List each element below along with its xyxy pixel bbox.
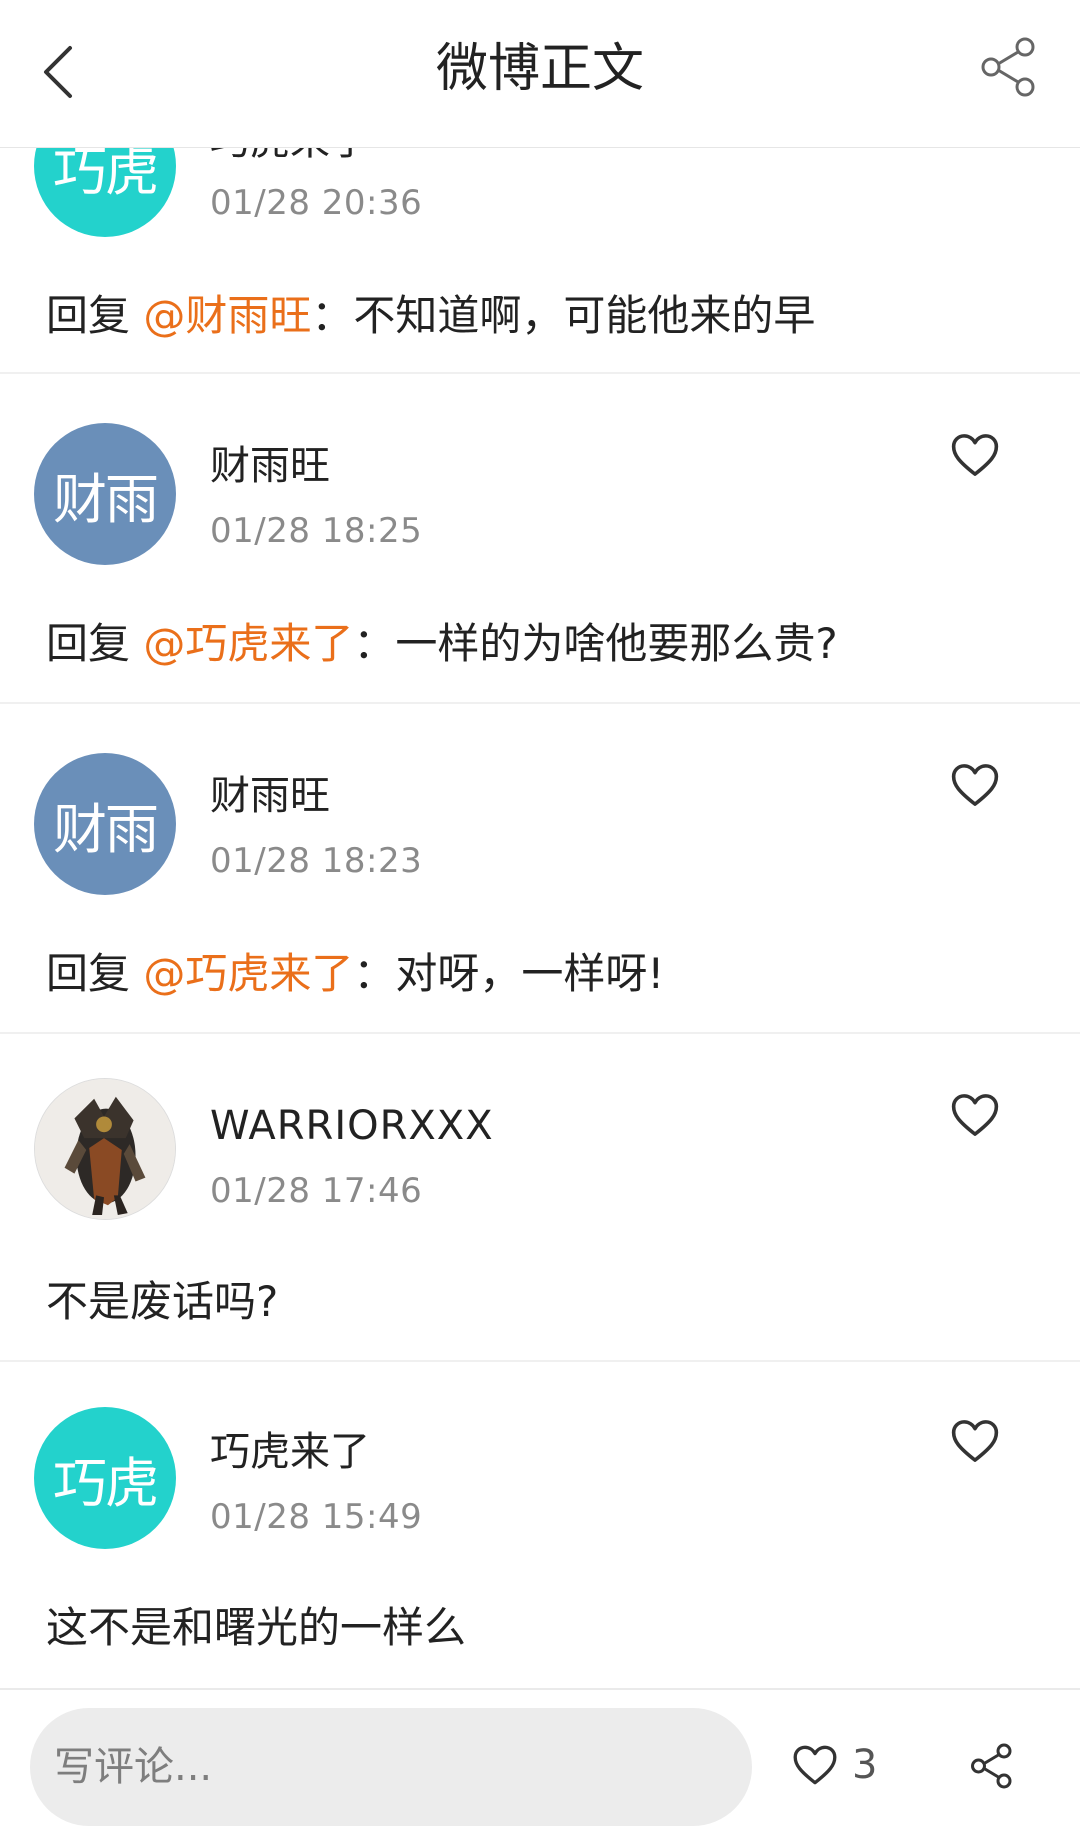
- heart-icon[interactable]: [948, 1414, 1002, 1468]
- mention-link[interactable]: @巧虎来了: [143, 619, 353, 668]
- timestamp: 01/28 20:36: [210, 183, 423, 223]
- avatar[interactable]: 财雨: [34, 423, 176, 565]
- comment-text: 回复 @财雨旺：不知道啊，可能他来的早: [46, 286, 815, 346]
- username[interactable]: WARRIORXXX: [210, 1098, 494, 1154]
- bottom-bar: 3: [0, 1688, 1080, 1840]
- avatar[interactable]: [34, 1078, 176, 1220]
- username[interactable]: 财雨旺: [210, 438, 330, 494]
- like-button[interactable]: 3: [790, 1730, 877, 1800]
- mention-link[interactable]: @巧虎来了: [143, 949, 353, 998]
- reply-text: ：不知道啊，可能他来的早: [311, 291, 816, 340]
- reply-prefix: 回复: [46, 949, 144, 998]
- comment-text: 不是废话吗?: [46, 1277, 279, 1326]
- comment-text: 回复 @巧虎来了：对呀，一样呀!: [46, 944, 664, 1004]
- comment-item: 财雨 财雨旺 01/28 18:25 回复 @巧虎来了：一样的为啥他要那么贵?: [0, 374, 1080, 704]
- heart-icon[interactable]: [948, 1088, 1002, 1142]
- comment-input[interactable]: [54, 1708, 752, 1826]
- comment-item: 巧虎 巧虎来了 01/28 15:49 这不是和曙光的一样么: [0, 1362, 1080, 1688]
- comment-item: 财雨 财雨旺 01/28 18:23 回复 @巧虎来了：对呀，一样呀!: [0, 704, 1080, 1034]
- comment-text: 回复 @巧虎来了：一样的为啥他要那么贵?: [46, 614, 838, 674]
- share-icon: [971, 1743, 1012, 1789]
- avatar-text: 财雨: [53, 797, 159, 861]
- reply-text: ：对呀，一样呀!: [353, 949, 665, 998]
- avatar[interactable]: 财雨: [34, 753, 176, 895]
- timestamp: 01/28 18:25: [210, 511, 423, 551]
- reply-prefix: 回复: [46, 291, 144, 340]
- heart-icon[interactable]: [948, 428, 1002, 482]
- top-bar: 微博正文: [0, 0, 1080, 148]
- mention-link[interactable]: @财雨旺: [143, 291, 311, 340]
- page-title: 微博正文: [435, 39, 644, 99]
- avatar-text: 财雨: [53, 467, 159, 531]
- heart-icon[interactable]: [948, 758, 1002, 812]
- share-button[interactable]: [960, 1734, 1024, 1798]
- like-count: 3: [852, 1742, 878, 1788]
- reply-prefix: 回复: [46, 619, 144, 668]
- share-button[interactable]: [974, 32, 1044, 102]
- username[interactable]: 财雨旺: [210, 768, 330, 824]
- timestamp: 01/28 15:49: [210, 1497, 423, 1537]
- comment-text: 这不是和曙光的一样么: [46, 1603, 467, 1652]
- comment-item: WARRIORXXX 01/28 17:46 不是废话吗?: [0, 1034, 1080, 1362]
- comment-input-wrapper[interactable]: [30, 1708, 752, 1826]
- timestamp: 01/28 18:23: [210, 841, 423, 881]
- comment-feed[interactable]: 巧虎 巧虎来了 01/28 20:36 回复 @财雨旺：不知道啊，可能他来的早 …: [0, 0, 1080, 1840]
- avatar-text: 巧虎: [53, 1451, 159, 1515]
- share-icon: [981, 37, 1035, 97]
- avatar[interactable]: 巧虎: [34, 1407, 176, 1549]
- timestamp: 01/28 17:46: [210, 1171, 423, 1211]
- username[interactable]: 巧虎来了: [210, 1424, 370, 1480]
- reply-text: ：一样的为啥他要那么贵?: [353, 619, 838, 668]
- heart-icon: [793, 1745, 837, 1785]
- warrior-avatar-image: [35, 1079, 175, 1219]
